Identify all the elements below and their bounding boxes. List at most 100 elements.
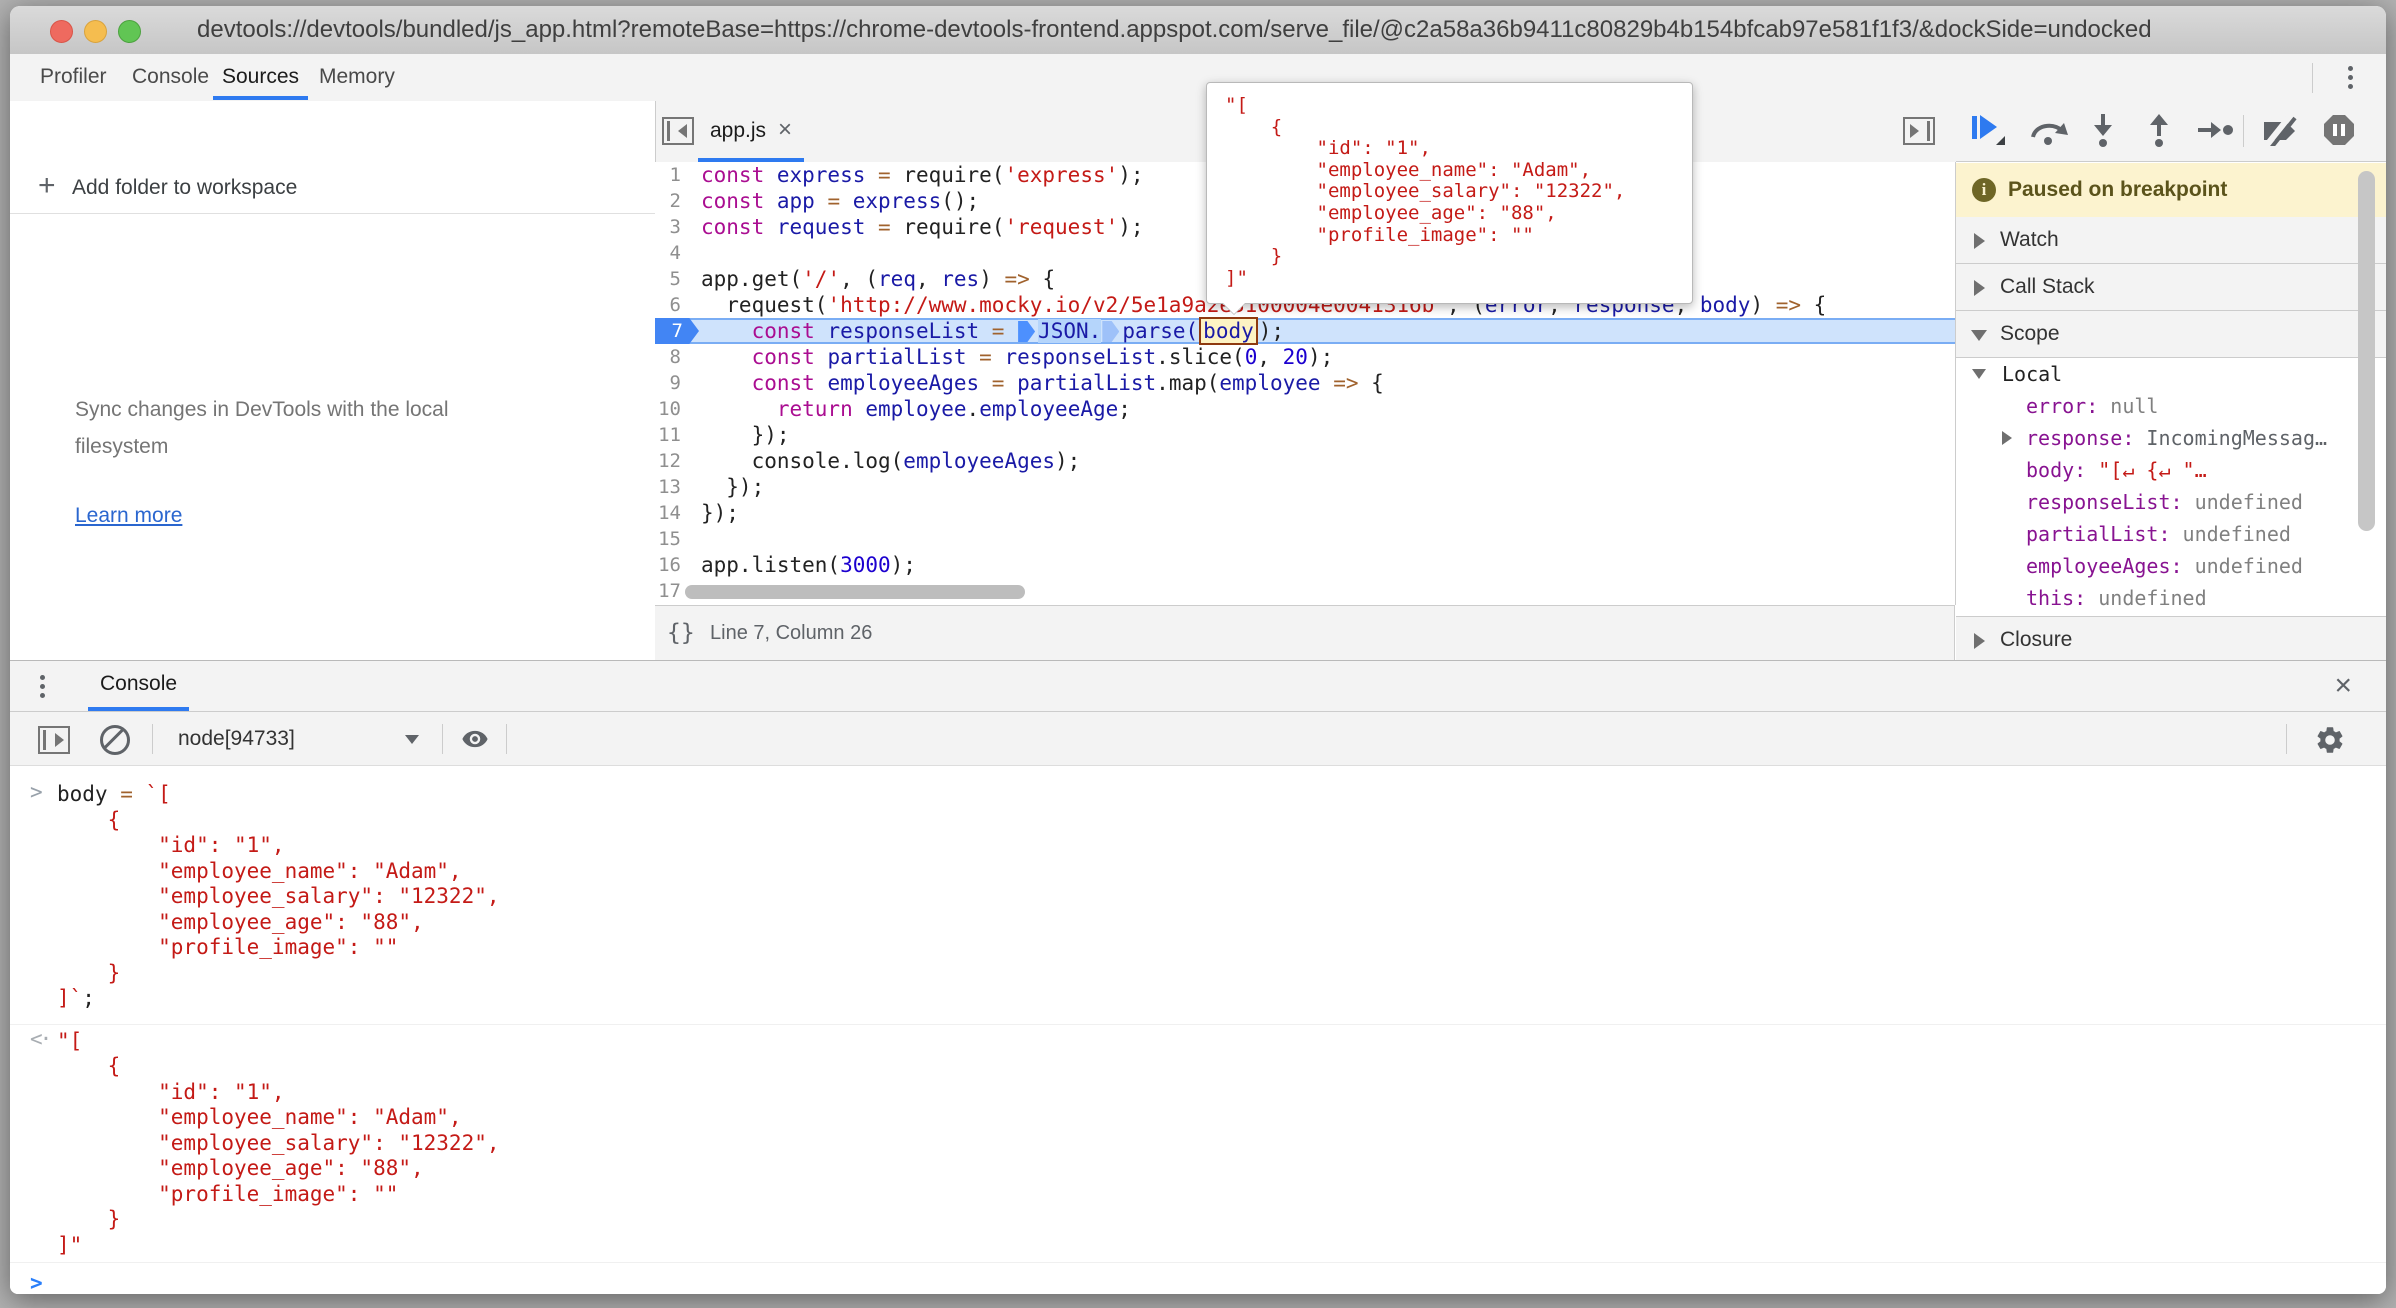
line-number-gutter[interactable]: 4 [655, 240, 689, 266]
devtools-window: devtools://devtools/bundled/js_app.html?… [10, 6, 2386, 1294]
code-token: ) [979, 267, 1004, 291]
console-line: "employee_age": "88", [57, 1156, 2386, 1182]
collapse-navigator-icon[interactable] [662, 117, 694, 145]
step-over-icon[interactable] [2028, 117, 2068, 147]
learn-more-link[interactable]: Learn more [75, 504, 182, 528]
deactivate-breakpoints-icon[interactable] [2261, 116, 2301, 146]
line-number-gutter[interactable]: 6 [655, 292, 689, 318]
tab-appjs[interactable]: app.js× [698, 101, 804, 162]
variable-value: undefined [2098, 586, 2206, 610]
code-text [689, 526, 1955, 552]
console-line: "employee_name": "Adam", [57, 859, 2386, 885]
main-tab-bar: Profiler Console Sources Memory [10, 54, 2386, 102]
code-line: 10 return employee.employeeAge; [655, 396, 1955, 422]
code-token: body [1199, 317, 1258, 345]
line-number-gutter[interactable]: 3 [655, 214, 689, 240]
line-number-gutter[interactable]: 12 [655, 448, 689, 474]
code-token: responseList [1004, 345, 1156, 369]
code-token: require( [903, 163, 1004, 187]
line-number-gutter[interactable]: 9 [655, 370, 689, 396]
clear-console-icon[interactable] [100, 725, 130, 755]
step-icon[interactable] [2198, 119, 2234, 141]
divider [152, 724, 153, 754]
code-token: }); [701, 501, 739, 525]
execution-context-selector[interactable]: node[94733] [178, 712, 295, 766]
chevron-right-icon[interactable] [2002, 431, 2012, 445]
info-icon: i [1972, 178, 1996, 202]
plus-icon: + [38, 169, 56, 203]
code-token: app [777, 189, 815, 213]
line-number-gutter[interactable]: 2 [655, 188, 689, 214]
code-line-current: 7 const responseList = JSON.parse(body); [655, 318, 1955, 344]
live-expression-eye-icon[interactable] [460, 725, 490, 753]
pretty-print-icon[interactable]: {} [667, 606, 695, 661]
continue-to-here-icon[interactable] [1018, 321, 1035, 342]
line-number-gutter[interactable]: 13 [655, 474, 689, 500]
code-token [701, 371, 752, 395]
line-number-gutter[interactable]: 17 [655, 578, 689, 604]
scope-local-row[interactable]: Local [1956, 358, 2386, 390]
tab-console[interactable]: Console [123, 54, 218, 100]
line-number-gutter[interactable]: 1 [655, 162, 689, 188]
tooltip-line: "employee_salary": "12322", [1225, 181, 1692, 203]
chevron-down-icon[interactable] [405, 735, 419, 744]
close-tab-icon[interactable]: × [778, 116, 792, 143]
main-menu-kebab-icon[interactable] [2340, 62, 2360, 93]
continue-to-here-icon[interactable] [1102, 321, 1119, 342]
section-closure[interactable]: Closure [1956, 616, 2386, 663]
code-token: employeeAges [827, 371, 979, 395]
step-into-icon[interactable] [2090, 114, 2116, 148]
minimize-window-icon[interactable] [84, 20, 107, 43]
tab-sources[interactable]: Sources [213, 54, 308, 100]
console-settings-gear-icon[interactable] [2314, 724, 2346, 756]
line-number-gutter[interactable]: 14 [655, 500, 689, 526]
scope-variable-row[interactable]: response: IncomingMessag… [1956, 422, 2386, 454]
tab-memory[interactable]: Memory [310, 54, 404, 100]
console-prompt[interactable]: > [10, 1263, 2386, 1294]
divider [442, 724, 443, 754]
tab-profiler[interactable]: Profiler [31, 54, 116, 100]
zoom-window-icon[interactable] [118, 20, 141, 43]
console-drawer-header: Console × [10, 661, 2386, 712]
watch-label: Watch [2000, 217, 2059, 263]
section-watch[interactable]: Watch [1956, 217, 2386, 264]
editor-horizontal-scrollbar[interactable] [685, 585, 1025, 599]
debugger-toolbar [1956, 101, 2386, 162]
code-token: , [1257, 345, 1282, 369]
tab-console-drawer[interactable]: Console [88, 661, 189, 711]
resume-script-icon[interactable] [1972, 115, 1997, 139]
code-token: const [752, 371, 828, 395]
code-token: 'express' [1004, 163, 1118, 187]
close-drawer-icon[interactable]: × [2334, 669, 2352, 703]
code-token: => [1333, 371, 1358, 395]
line-number-gutter[interactable]: 15 [655, 526, 689, 552]
line-number-gutter[interactable]: 5 [655, 266, 689, 292]
line-number-gutter[interactable]: 11 [655, 422, 689, 448]
show-debugger-sidebar-icon[interactable] [1903, 117, 1935, 145]
console-messages: >body = `[ { "id": "1", "employee_name":… [10, 766, 2386, 1294]
variable-value: IncomingMessag… [2146, 426, 2327, 450]
console-message-result: <·"[ { "id": "1", "employee_name": "Adam… [10, 1025, 2386, 1264]
code-token: express [777, 163, 866, 187]
divider [2286, 724, 2287, 754]
console-line: "employee_salary": "12322", [57, 1131, 2386, 1157]
line-number-gutter[interactable]: 8 [655, 344, 689, 370]
pause-on-exceptions-icon[interactable] [2324, 115, 2354, 145]
section-scope[interactable]: Scope [1956, 311, 2386, 358]
code-token: { [1801, 293, 1826, 317]
sidebar-scrollbar[interactable] [2358, 171, 2375, 531]
line-number-gutter[interactable]: 10 [655, 396, 689, 422]
code-text: }); [689, 474, 1955, 500]
line-number-gutter[interactable]: 16 [655, 552, 689, 578]
step-out-icon[interactable] [2146, 114, 2172, 148]
scope-variable-list: Localerror: nullresponse: IncomingMessag… [1956, 358, 2386, 616]
drawer-kebab-icon[interactable] [32, 671, 52, 702]
add-folder-button[interactable]: + Add folder to workspace [10, 163, 655, 214]
console-line: ]`; [57, 986, 2386, 1012]
console-line: "employee_age": "88", [57, 910, 2386, 936]
section-call-stack[interactable]: Call Stack [1956, 264, 2386, 311]
paused-message: Paused on breakpoint [2008, 163, 2227, 217]
show-console-sidebar-icon[interactable] [38, 726, 70, 754]
variable-value: undefined [2195, 490, 2303, 514]
close-window-icon[interactable] [50, 20, 73, 43]
